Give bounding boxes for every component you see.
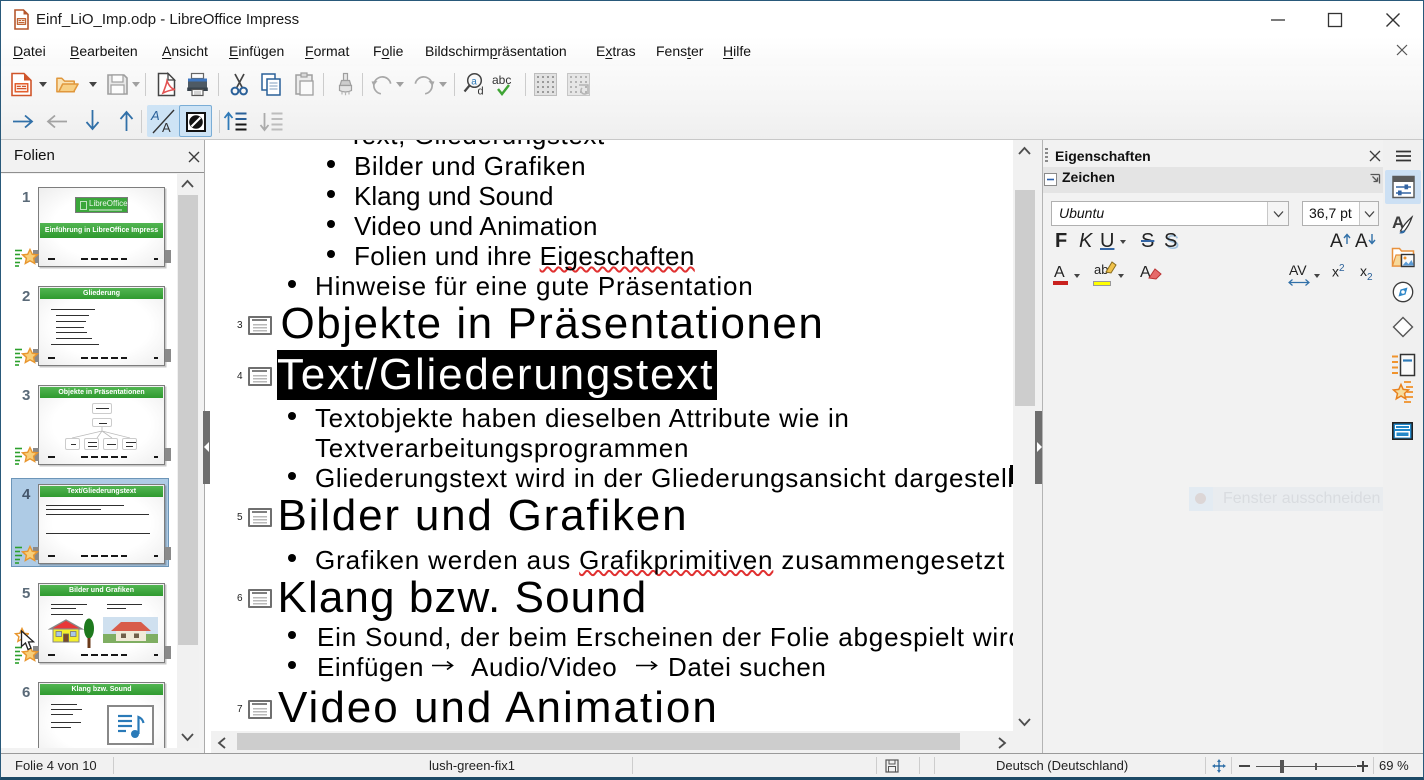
svg-text:A: A xyxy=(150,108,160,123)
svg-text:a: a xyxy=(471,77,477,88)
svg-text:d: d xyxy=(478,86,484,98)
